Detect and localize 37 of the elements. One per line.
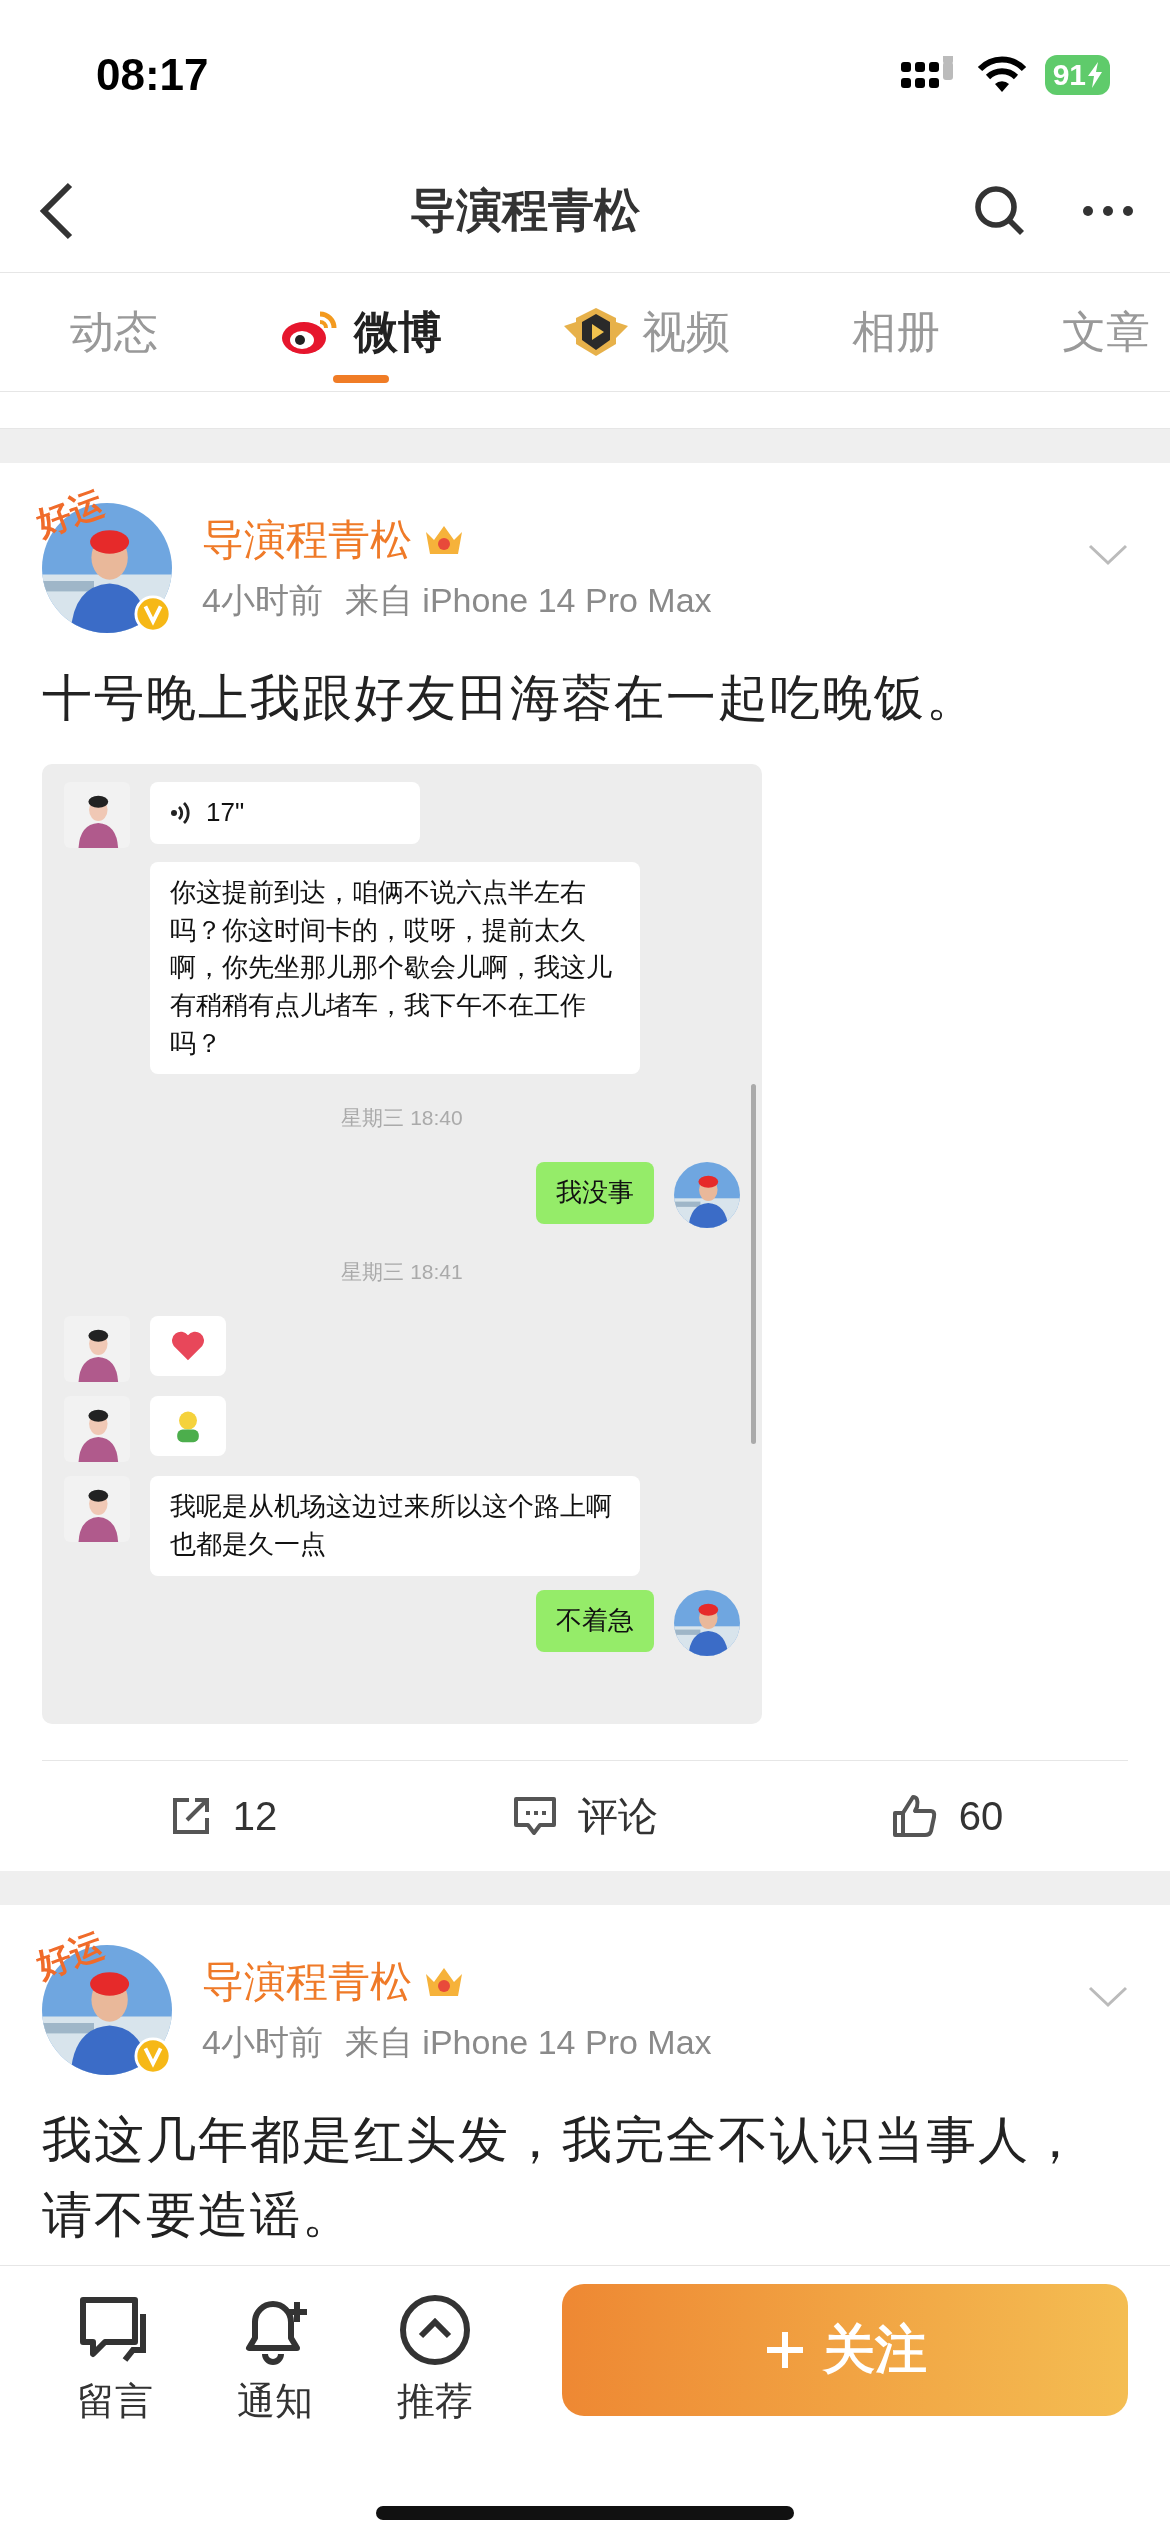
avatar-sticker-label: 好运 bbox=[30, 482, 110, 545]
voice-message-bubble[interactable]: 17" bbox=[150, 782, 420, 844]
post-text: 十号晚上我跟好友田海蓉在一起吃晚饭。 bbox=[42, 669, 979, 728]
up-circle-icon bbox=[399, 2294, 471, 2366]
message-bubble: 不着急 bbox=[536, 1589, 654, 1652]
post-source: 来自 iPhone 14 Pro Max bbox=[344, 2022, 712, 2063]
status-time: 08:17 bbox=[96, 50, 209, 100]
voice-icon bbox=[170, 799, 192, 826]
heart-icon bbox=[170, 1330, 206, 1363]
repost-button[interactable]: 12 bbox=[42, 1761, 404, 1871]
charging-icon bbox=[1088, 62, 1102, 88]
profile-title: 导演程青松 bbox=[409, 183, 641, 238]
toolbar-button[interactable]: 推荐 bbox=[380, 2284, 490, 2532]
chat-timestamp: 星期三 18:41 bbox=[341, 1259, 463, 1286]
message-bubble: 我呢是从机场这边过来所以这个路上啊也都是久一点 bbox=[150, 1476, 640, 1576]
post-source: 来自 iPhone 14 Pro Max bbox=[344, 580, 712, 621]
comment-icon bbox=[512, 1795, 558, 1837]
message-bubble: 我没事 bbox=[536, 1162, 654, 1225]
tab-underline bbox=[333, 375, 389, 383]
comment-button[interactable]: 评论 bbox=[404, 1761, 766, 1871]
toolbar-button[interactable]: 留言 bbox=[60, 2284, 170, 2532]
post-time: 4小时前 bbox=[202, 580, 323, 621]
post-text: 我这几年都是红头发，我完全不认识当事人，请不要造谣。 bbox=[42, 2111, 1083, 2245]
like-button[interactable]: 60 bbox=[766, 1761, 1128, 1871]
thumbs-up-icon bbox=[890, 1793, 939, 1839]
message-bubble: 你这提前到达，咱俩不说六点半左右吗？你这时间卡的，哎呀，提前太久啊，你先坐那儿那个歇会儿啊，我这儿有稍稍有点儿堵车，我下午不在工作吗？ bbox=[150, 862, 640, 1075]
toolbar-button[interactable]: 通知 bbox=[220, 2284, 330, 2532]
battery-level: 91 bbox=[1052, 58, 1086, 92]
avatar-sticker-label: 好运 bbox=[30, 1924, 110, 1987]
wifi-icon bbox=[976, 56, 1027, 94]
voice-duration: 17" bbox=[206, 796, 245, 829]
video-badge-icon bbox=[564, 306, 628, 358]
profile-tab[interactable]: 微博 bbox=[280, 273, 442, 391]
search-icon[interactable] bbox=[974, 185, 1026, 237]
more-icon[interactable] bbox=[1082, 205, 1134, 217]
chat-timestamp: 星期三 18:40 bbox=[341, 1105, 463, 1132]
post-time: 4小时前 bbox=[202, 2022, 323, 2063]
